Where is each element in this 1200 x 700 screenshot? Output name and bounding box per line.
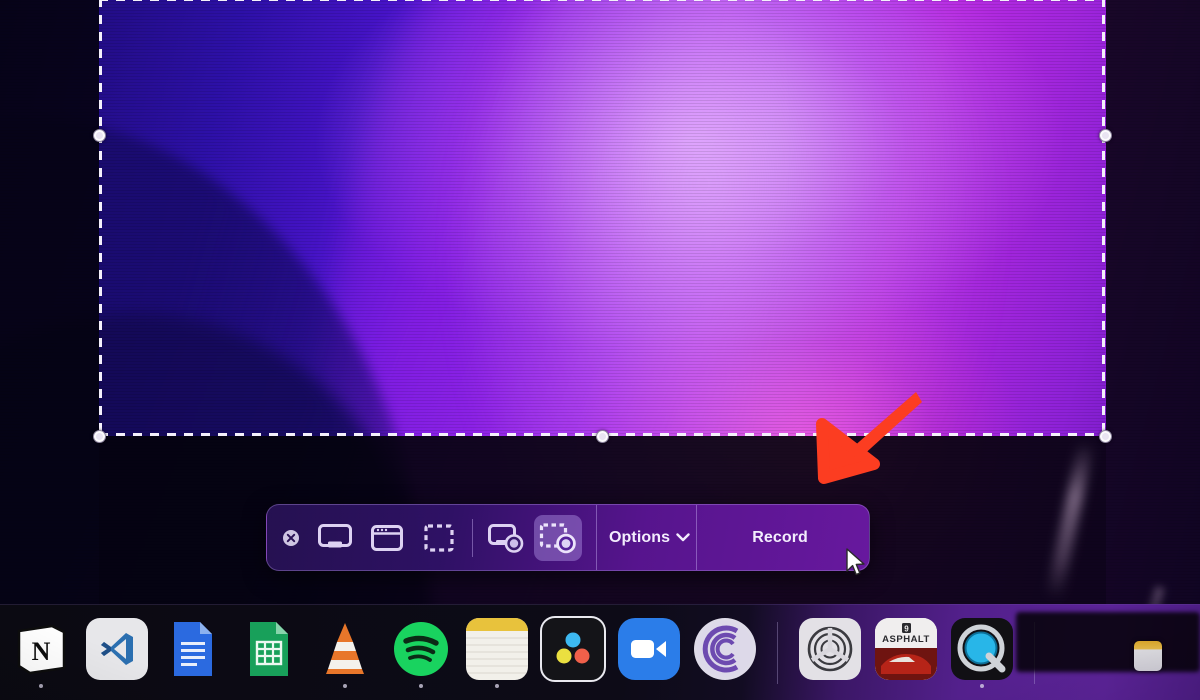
dock-item-vlc[interactable]: [312, 618, 378, 688]
dock-icon-list: N 9 ASPHALT: [8, 615, 1044, 690]
record-button[interactable]: Record: [697, 505, 863, 570]
dock-item-spotify[interactable]: [388, 618, 454, 688]
cleanmymac-icon: [799, 617, 861, 680]
dock-running-indicator: [980, 683, 984, 688]
dock-running-indicator: [419, 683, 423, 688]
sheets-icon: [238, 618, 300, 680]
window-icon: [371, 524, 403, 551]
dock-item-notes[interactable]: [464, 617, 530, 688]
screenshot-toolbar: Options Record: [266, 504, 870, 571]
dock-running-indicator: [191, 684, 195, 688]
docs-icon: [162, 618, 224, 680]
dock-item-notion[interactable]: N: [8, 618, 74, 688]
dock-item-sheets[interactable]: [236, 618, 302, 688]
bittorrent-icon: [694, 617, 756, 680]
dock-item-zoom[interactable]: [616, 617, 682, 688]
dock-running-indicator: [647, 684, 651, 688]
selection-handle-left-middle[interactable]: [93, 129, 106, 142]
screen: Options Record N 9 ASPHALT: [0, 0, 1200, 700]
selection-handle-right-middle[interactable]: [1099, 129, 1112, 142]
dock-item-resolve[interactable]: [540, 615, 606, 690]
svg-text:9: 9: [904, 624, 909, 633]
toolbar-divider-2: [596, 505, 597, 570]
dock-running-indicator: [571, 686, 575, 690]
dashed-rect-icon: [424, 523, 454, 552]
resolve-icon: [540, 615, 606, 682]
toolbar-divider-1: [472, 518, 473, 557]
capture-selection-region[interactable]: [93, 0, 1112, 443]
selection-edge-left: [99, 0, 102, 436]
selection-edge-right: [1102, 0, 1105, 436]
selection-handle-bottom-right[interactable]: [1099, 430, 1112, 443]
dock-item-bittorrent[interactable]: [692, 617, 758, 688]
tool-capture-selected-portion[interactable]: [415, 515, 463, 561]
quicktime-icon: [951, 617, 1013, 680]
tool-record-selected-portion[interactable]: [534, 514, 582, 561]
selection-handle-bottom-left[interactable]: [93, 430, 106, 443]
options-label: Options: [609, 528, 671, 546]
dock-running-indicator: [904, 684, 908, 688]
spotify-icon: [390, 618, 452, 680]
dock-item-asphalt9[interactable]: 9 ASPHALT: [873, 617, 939, 688]
notion-icon: N: [10, 618, 72, 680]
dock-running-indicator: [115, 684, 119, 688]
dock-trash-area: [1016, 612, 1200, 672]
dock-item-docs[interactable]: [160, 618, 226, 688]
tool-record-entire-screen[interactable]: [482, 515, 530, 561]
dock-item-cleanmymac[interactable]: [797, 617, 863, 688]
selection-edge-top: [99, 0, 1105, 1]
mouse-cursor-icon: [845, 548, 867, 578]
zoom-camera-icon: [618, 617, 680, 680]
tool-capture-entire-screen[interactable]: [311, 515, 359, 561]
dim-overlay-left: [0, 0, 99, 620]
vscode-icon: [86, 617, 148, 680]
tool-capture-selected-window[interactable]: [363, 515, 411, 561]
dim-overlay-right: [1106, 0, 1200, 620]
display-record-icon: [488, 523, 524, 553]
dock-running-indicator: [828, 684, 832, 688]
dock-running-indicator: [39, 683, 43, 688]
chevron-down-icon: [676, 529, 690, 547]
asphalt9-icon: 9 ASPHALT: [875, 617, 937, 680]
close-icon: [283, 529, 299, 546]
notes-icon: [466, 617, 528, 680]
vlc-cone-icon: [314, 618, 376, 680]
close-button[interactable]: [273, 528, 309, 548]
dock-running-indicator: [723, 684, 727, 688]
dock-running-indicator: [267, 684, 271, 688]
options-button[interactable]: Options: [607, 505, 696, 570]
dock-running-indicator: [343, 683, 347, 688]
dock-item-vscode[interactable]: [84, 617, 150, 688]
dock-running-indicator: [495, 683, 499, 688]
downloads-stack-icon[interactable]: [1134, 641, 1162, 671]
svg-text:ASPHALT: ASPHALT: [882, 634, 930, 645]
display-icon: [318, 523, 352, 547]
dock-item-quicktime[interactable]: [949, 617, 1015, 688]
svg-text:N: N: [32, 637, 51, 666]
dashed-rect-record-icon: [539, 522, 576, 553]
dock-divider: [777, 621, 778, 684]
selection-handle-bottom-center[interactable]: [596, 430, 609, 443]
